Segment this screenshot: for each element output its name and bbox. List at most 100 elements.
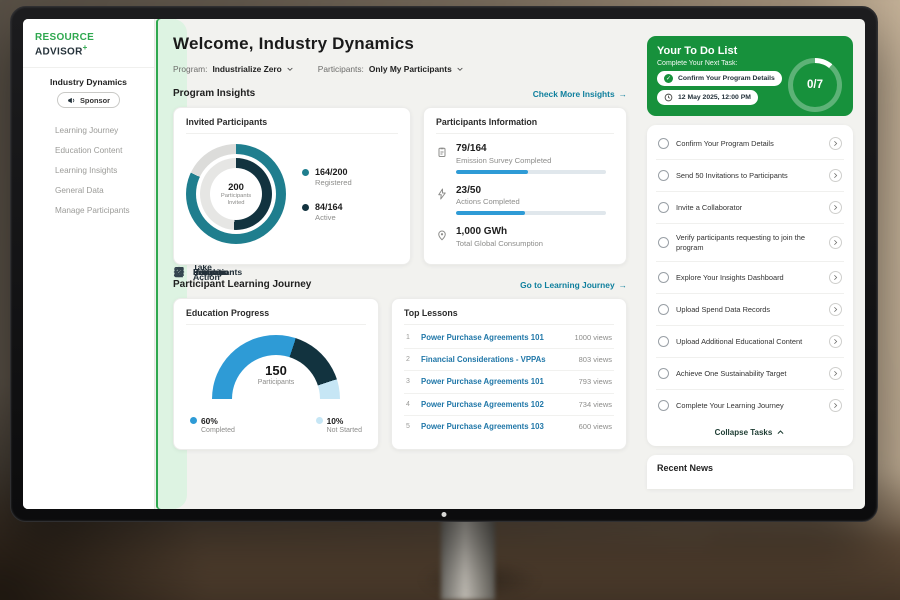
task-checkbox[interactable] xyxy=(658,170,669,181)
todo-next-due: 12 May 2025, 12:00 PM xyxy=(657,90,758,105)
task-checkbox[interactable] xyxy=(658,368,669,379)
lesson-title-link[interactable]: Power Purchase Agreements 102 xyxy=(421,400,572,409)
participants-filter-dropdown[interactable]: Only My Participants xyxy=(369,64,464,74)
monitor: RESOURCE ADVISOR+ Industry Dynamics Spon… xyxy=(10,6,878,522)
stat-label: Total Global Consumption xyxy=(456,239,543,248)
go-to-learning-journey-link[interactable]: Go to Learning Journey → xyxy=(520,280,627,290)
invited-donut-chart: 200 Participants Invited xyxy=(186,144,286,244)
chevron-right-icon[interactable] xyxy=(829,169,842,182)
chevron-down-icon xyxy=(456,65,464,73)
task-checkbox[interactable] xyxy=(658,237,669,248)
task-achieve-one-sustainability-target[interactable]: Achieve One Sustainability Target xyxy=(656,358,844,390)
gauge-legend-value: 10% xyxy=(327,416,362,426)
todo-next-due-label: 12 May 2025, 12:00 PM xyxy=(678,94,751,101)
task-send-50-invitations-to-participants[interactable]: Send 50 Invitations to Participants xyxy=(656,160,844,192)
lesson-title-link[interactable]: Financial Considerations - VPPAs xyxy=(421,355,572,364)
sidebar-item-learning-journey[interactable]: Learning Journey xyxy=(23,120,154,140)
chevron-right-icon[interactable] xyxy=(829,335,842,348)
task-checkbox[interactable] xyxy=(658,138,669,149)
stat-progress-bar xyxy=(456,170,606,174)
task-complete-your-learning-journey[interactable]: Complete Your Learning Journey xyxy=(656,390,844,421)
task-checkbox[interactable] xyxy=(658,304,669,315)
chevron-right-icon[interactable] xyxy=(829,303,842,316)
participants-stats: 79/164Emission Survey Completed23/50Acti… xyxy=(436,143,614,248)
task-invite-a-collaborator[interactable]: Invite a Collaborator xyxy=(656,192,844,224)
lesson-title-link[interactable]: Power Purchase Agreements 103 xyxy=(421,422,572,431)
legend-dot xyxy=(302,204,309,211)
task-upload-spend-data-records[interactable]: Upload Spend Data Records xyxy=(656,294,844,326)
lesson-row: 3Power Purchase Agreements 101793 views xyxy=(404,371,614,393)
lesson-title-link[interactable]: Power Purchase Agreements 101 xyxy=(421,377,572,386)
top-lessons-card: Top Lessons 1Power Purchase Agreements 1… xyxy=(391,298,627,450)
survey-icon xyxy=(436,145,448,157)
invited-center-label: Participants Invited xyxy=(216,193,256,207)
chevron-right-icon[interactable] xyxy=(829,137,842,150)
chevron-right-icon[interactable] xyxy=(829,271,842,284)
arrow-right-icon: → xyxy=(619,280,627,290)
check-more-insights-link[interactable]: Check More Insights → xyxy=(533,89,627,99)
gauge-legend-label: Not Started xyxy=(327,427,362,434)
lesson-row: 5Power Purchase Agreements 103600 views xyxy=(404,416,614,437)
lesson-rank: 5 xyxy=(406,423,414,430)
sidebar-item-general-data[interactable]: General Data xyxy=(23,180,154,200)
participants-information-card: Participants Information 79/164Emission … xyxy=(423,107,627,265)
sidebar-item-label: Learning Journey xyxy=(55,126,118,135)
participants-information-title: Participants Information xyxy=(436,117,614,134)
sidebar-item-label: Education Content xyxy=(55,146,122,155)
sidebar-item-learning-insights[interactable]: Learning Insights xyxy=(23,160,154,180)
collapse-tasks-button[interactable]: Collapse Tasks xyxy=(656,421,844,441)
sidebar-item-manage-participants[interactable]: Manage Participants xyxy=(23,200,154,220)
lesson-row: 4 Power Purchase Agreements 102 734 views xyxy=(404,394,614,416)
check-more-insights-label: Check More Insights xyxy=(533,89,615,99)
arrow-right-icon: → xyxy=(619,89,627,99)
learning-journey-header: Participant Learning Journey Go to Learn… xyxy=(173,279,627,290)
education-center-label: Participants xyxy=(186,379,366,386)
todo-next-task-label: Confirm Your Program Details xyxy=(678,75,775,82)
lesson-title-link[interactable]: Power Purchase Agreements 101 xyxy=(421,333,567,342)
chevron-right-icon[interactable] xyxy=(829,201,842,214)
task-label: Achieve One Sustainability Target xyxy=(676,369,822,379)
task-checkbox[interactable] xyxy=(658,336,669,347)
stat-label: Emission Survey Completed xyxy=(456,156,606,165)
task-checkbox[interactable] xyxy=(658,400,669,411)
task-confirm-your-program-details[interactable]: Confirm Your Program Details xyxy=(656,128,844,160)
collapse-tasks-label: Collapse Tasks xyxy=(715,428,773,437)
lesson-views: 734 views xyxy=(579,400,612,409)
task-checkbox[interactable] xyxy=(658,202,669,213)
app-logo: RESOURCE ADVISOR+ xyxy=(23,19,154,68)
recent-news-title: Recent News xyxy=(657,463,713,473)
sponsor-badge[interactable]: Sponsor xyxy=(57,92,120,108)
task-upload-additional-educational-content[interactable]: Upload Additional Educational Content xyxy=(656,326,844,358)
actions-icon xyxy=(436,187,448,199)
task-label: Upload Spend Data Records xyxy=(676,305,822,315)
lesson-rank: 4 xyxy=(406,401,414,408)
gauge-legend-label: Completed xyxy=(201,427,235,434)
chevron-right-icon[interactable] xyxy=(829,367,842,380)
logo-plus: + xyxy=(83,43,88,52)
legend-label: Active xyxy=(315,213,343,222)
task-label: Complete Your Learning Journey xyxy=(676,401,822,411)
chevron-right-icon[interactable] xyxy=(829,399,842,412)
legend-value: 164/200 xyxy=(315,167,352,177)
chevron-right-icon[interactable] xyxy=(829,236,842,249)
stat-label: Actions Completed xyxy=(456,197,606,206)
task-verify-participants-requesting-to-join-the-program[interactable]: Verify participants requesting to join t… xyxy=(656,224,844,262)
sidebar-item-education-content[interactable]: Education Content xyxy=(23,140,154,160)
program-insights-title: Program Insights xyxy=(173,88,255,99)
legend-value: 84/164 xyxy=(315,202,343,212)
sidebar-item-label: Manage Participants xyxy=(55,206,130,215)
invited-donut-wrap: 200 Participants Invited 164/200Register… xyxy=(186,144,398,244)
task-explore-your-insights-dashboard[interactable]: Explore Your Insights Dashboard xyxy=(656,262,844,294)
participants-filter: Participants: Only My Participants xyxy=(318,64,464,74)
todo-next-task[interactable]: ✓ Confirm Your Program Details xyxy=(657,71,782,86)
program-filter-dropdown[interactable]: Industrialize Zero xyxy=(212,64,293,74)
legend-item-active: 84/164Active xyxy=(302,202,352,222)
task-label: Confirm Your Program Details xyxy=(676,139,822,149)
todo-progress-ring: 0/7 xyxy=(788,58,842,112)
task-checkbox[interactable] xyxy=(658,272,669,283)
legend-dot xyxy=(316,417,323,424)
invited-participants-card: Invited Participants 200 Participants In… xyxy=(173,107,411,265)
task-label: Explore Your Insights Dashboard xyxy=(676,273,822,283)
tasks-card: Confirm Your Program Details Send 50 Invi… xyxy=(647,125,853,446)
screen: RESOURCE ADVISOR+ Industry Dynamics Spon… xyxy=(23,19,865,509)
